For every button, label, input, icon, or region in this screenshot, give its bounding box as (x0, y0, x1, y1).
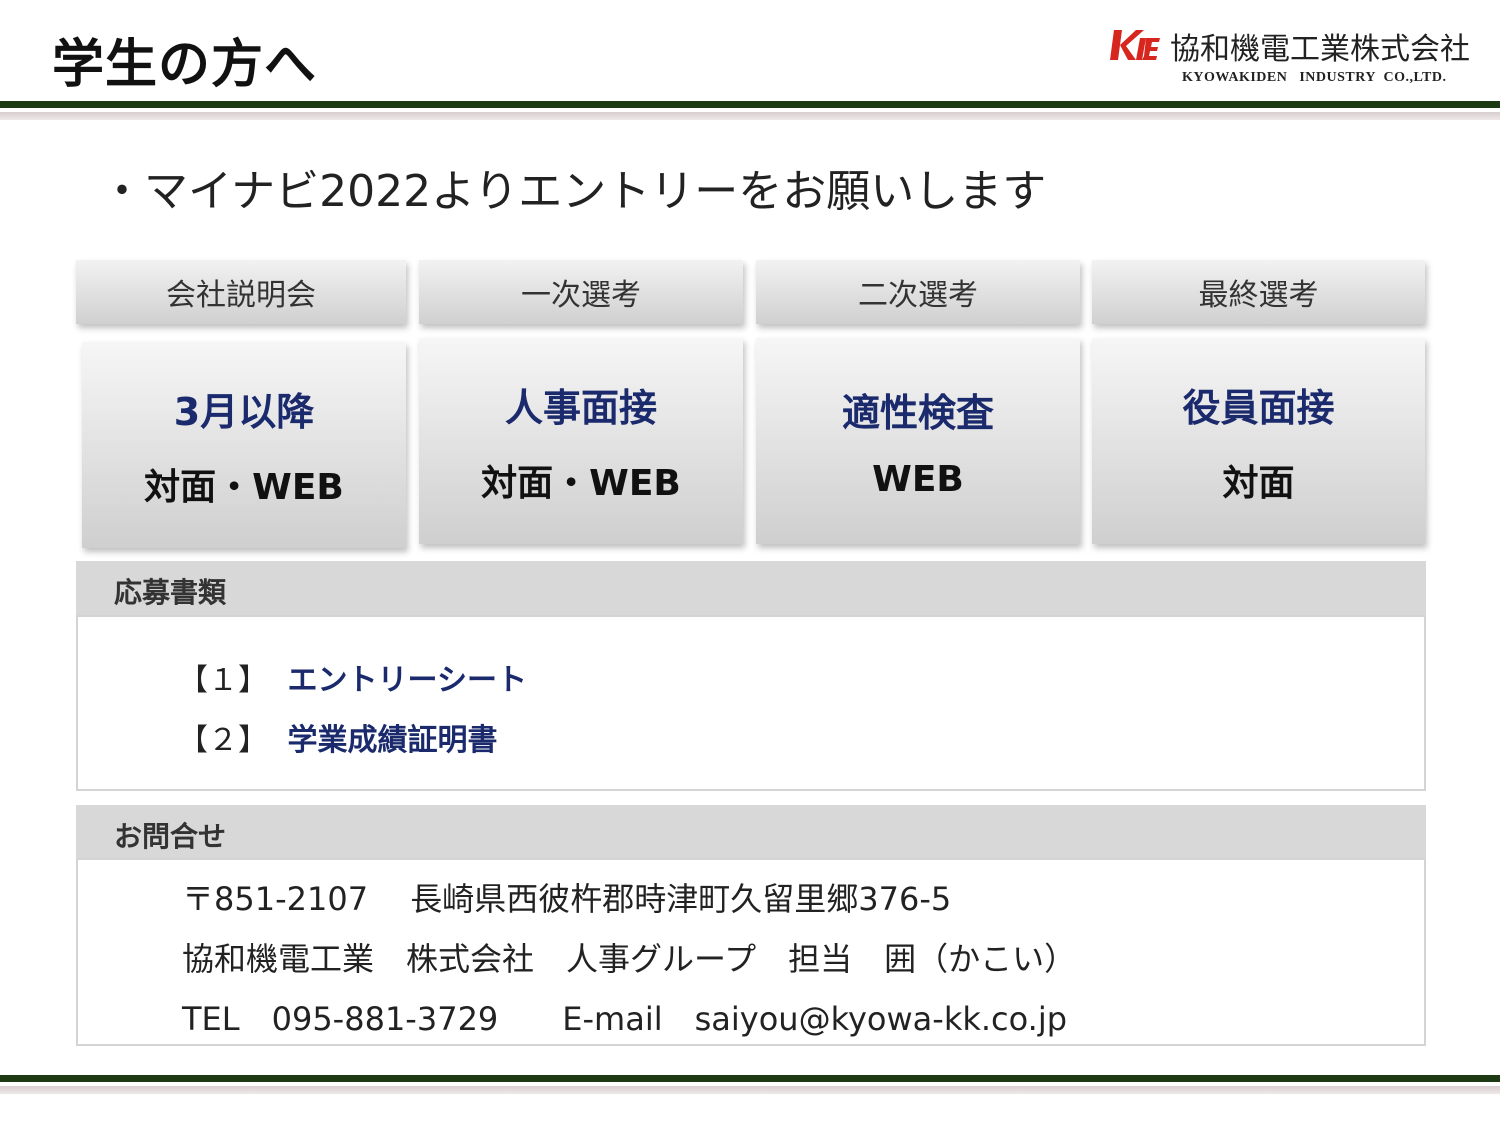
stage-card-4: 役員面接 対面 (1092, 338, 1425, 544)
stage-main-1: 3月以降 (173, 389, 315, 434)
stage-main-2: 人事面接 (504, 385, 657, 430)
kie-logo-icon (1110, 30, 1160, 60)
contact-heading: お問合せ (114, 820, 227, 853)
document-name-1: エントリーシート (287, 663, 527, 698)
footer-rule-light (0, 1086, 1500, 1094)
company-logo: 協和機電工業株式会社 KYOWAKIDEN INDUSTRY CO.,LTD. (1110, 24, 1480, 94)
stage-heading-2: 一次選考 (419, 260, 743, 324)
document-item-1: 【１】 エントリーシート (178, 655, 527, 699)
stage-main-4: 役員面接 (1182, 385, 1335, 430)
footer-rule-dark (0, 1075, 1500, 1082)
documents-heading: 応募書類 (114, 576, 227, 609)
document-item-2: 【２】 学業成績証明書 (178, 715, 498, 759)
contact-box: 〒851-2107 長崎県西彼杵郡時津町久留里郷376-5 協和機電工業 株式会… (76, 858, 1426, 1046)
contact-heading-bar: お問合せ (76, 805, 1426, 859)
stage-mode-2: 対面・WEB (481, 462, 681, 504)
header-rule-light (0, 112, 1500, 120)
contact-address: 〒851-2107 長崎県西彼杵郡時津町久留里郷376-5 (182, 880, 952, 918)
stage-mode-3: WEB (872, 459, 964, 500)
stage-main-3: 適性検査 (841, 391, 994, 435)
stage-card-2: 人事面接 対面・WEB (419, 338, 743, 544)
contact-person: 協和機電工業 株式会社 人事グループ 担当 囲（かこい） (182, 940, 1077, 978)
page-title: 学生の方へ (52, 35, 318, 95)
document-name-2: 学業成績証明書 (287, 723, 498, 758)
documents-box: 【１】 エントリーシート 【２】 学業成績証明書 (76, 615, 1426, 791)
document-number-1: 【１】 (178, 663, 268, 698)
company-name-en: KYOWAKIDEN INDUSTRY CO.,LTD. (1182, 70, 1447, 85)
stage-heading-3: 二次選考 (756, 260, 1080, 324)
stage-mode-1: 対面・WEB (144, 466, 344, 508)
stage-mode-4: 対面 (1222, 462, 1295, 504)
intro-bullet: ・マイナビ2022よりエントリーをお願いします (100, 166, 1047, 217)
stage-card-1: 3月以降 対面・WEB (82, 342, 406, 548)
stage-heading-4: 最終選考 (1092, 260, 1425, 324)
contact-tel-email: TEL 095-881-3729 E-mail saiyou@kyowa-kk.… (182, 1000, 1068, 1038)
stage-card-3: 適性検査 WEB (756, 338, 1080, 544)
stage-heading-1: 会社説明会 (76, 260, 406, 324)
company-name-jp: 協和機電工業株式会社 (1170, 32, 1470, 67)
header-rule-dark (0, 101, 1500, 108)
documents-heading-bar: 応募書類 (76, 561, 1426, 615)
document-number-2: 【２】 (178, 723, 268, 758)
